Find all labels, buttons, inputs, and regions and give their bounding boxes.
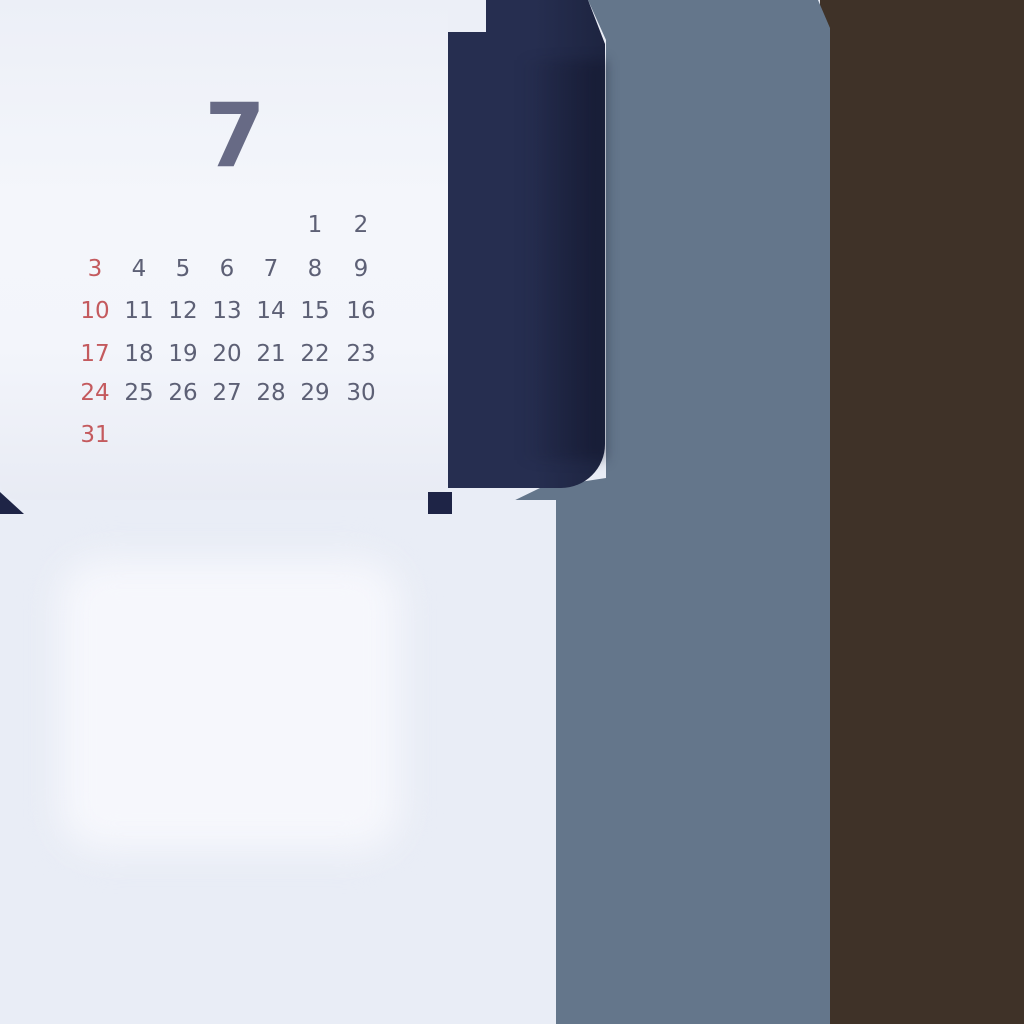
calendar-day-sunday: 3 <box>87 256 103 282</box>
calendar-day: 19 <box>168 341 198 367</box>
card-foot-right <box>428 492 452 514</box>
scene: 7 1 2 3 4 5 6 7 8 9 10 11 12 13 14 15 16 17 18 19 20 21 22 23 2… <box>0 0 1024 1024</box>
calendar-day: 14 <box>256 298 286 324</box>
brown-wall <box>820 0 1024 1024</box>
calendar-day: 26 <box>168 380 198 406</box>
calendar-day: 9 <box>353 256 369 282</box>
calendar-day: 18 <box>124 341 154 367</box>
month-number: 7 <box>204 84 266 187</box>
calendar-day-sunday: 10 <box>80 298 110 324</box>
calendar-day-sunday: 31 <box>80 422 110 448</box>
calendar-day: 25 <box>124 380 154 406</box>
calendar-day: 29 <box>300 380 330 406</box>
calendar-day: 15 <box>300 298 330 324</box>
calendar-day: 27 <box>212 380 242 406</box>
calendar-day: 7 <box>263 256 279 282</box>
calendar-day: 20 <box>212 341 242 367</box>
calendar-day: 12 <box>168 298 198 324</box>
lower-white-glow <box>60 560 400 850</box>
calendar-day: 8 <box>307 256 323 282</box>
calendar-day: 5 <box>175 256 191 282</box>
calendar-day: 28 <box>256 380 286 406</box>
calendar-day: 23 <box>346 341 376 367</box>
calendar-day: 22 <box>300 341 330 367</box>
calendar-card: 7 1 2 3 4 5 6 7 8 9 10 11 12 13 14 15 16 17 18 19 20 21 22 23 2… <box>0 0 448 500</box>
calendar-day: 2 <box>353 212 369 238</box>
calendar-day: 13 <box>212 298 242 324</box>
card-top-tab <box>448 0 486 32</box>
calendar-day: 16 <box>346 298 376 324</box>
calendar-day: 11 <box>124 298 154 324</box>
calendar-day: 4 <box>131 256 147 282</box>
panel-shadow <box>520 60 606 460</box>
calendar-day: 21 <box>256 341 286 367</box>
calendar-day-sunday: 17 <box>80 341 110 367</box>
calendar-day: 30 <box>346 380 376 406</box>
calendar-day: 1 <box>307 212 323 238</box>
calendar-day-sunday: 24 <box>80 380 110 406</box>
calendar-day: 6 <box>219 256 235 282</box>
